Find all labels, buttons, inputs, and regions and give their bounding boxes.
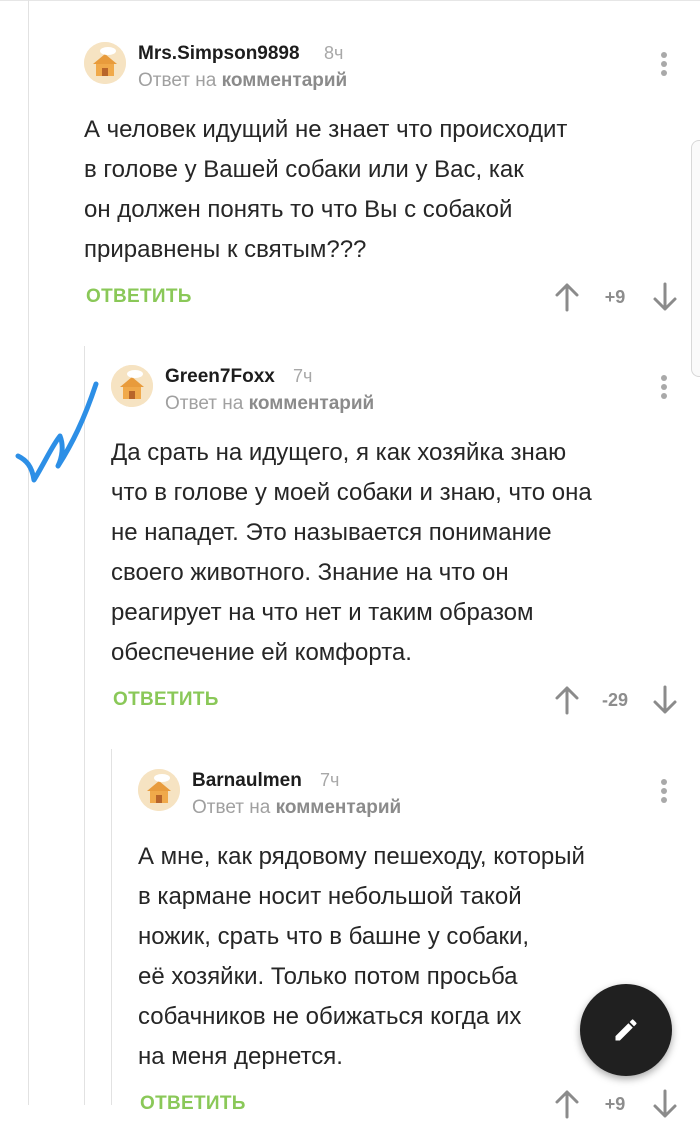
comment-text-line: в голове у Вашей собаки или у Вас, как: [84, 156, 524, 183]
arrow-down-icon[interactable]: [652, 1089, 678, 1119]
avatar[interactable]: [138, 769, 180, 811]
comment-text-line: её хозяйки. Только потом просьба: [138, 963, 518, 990]
author-name[interactable]: Mrs.Simpson9898: [138, 43, 300, 65]
vote-score: -29: [601, 690, 628, 710]
comment-text-line: он должен понять то что Вы с собакой: [84, 196, 513, 223]
comment-text-line: в кармане носит небольшой такой: [138, 883, 522, 910]
comment-body: Да срать на идущего, я как хозяйка знаю …: [111, 433, 592, 673]
arrow-down-icon[interactable]: [652, 282, 678, 312]
reply-button[interactable]: ОТВЕТИТЬ: [86, 286, 192, 308]
default-avatar-house-icon: [84, 42, 126, 84]
comment-time: 7ч: [320, 770, 340, 790]
reply-to-prefix: Ответ на: [192, 797, 271, 818]
checkmark-doodle-icon: [15, 381, 99, 483]
arrow-down-icon[interactable]: [652, 685, 678, 715]
comment-text-line: А мне, как рядовому пешеходу, который: [138, 843, 585, 870]
more-vertical-icon[interactable]: [657, 50, 671, 80]
comment-text-line: собачников не обижаться когда их: [138, 1003, 522, 1030]
comment-text-line: реагирует на что нет и таким образом: [111, 599, 534, 626]
thread-line-level-3: [111, 749, 112, 1105]
write-comment-button[interactable]: [580, 984, 672, 1076]
default-avatar-house-icon: [111, 365, 153, 407]
reply-to-link[interactable]: комментарий: [249, 393, 375, 414]
reply-button[interactable]: ОТВЕТИТЬ: [140, 1093, 246, 1115]
reply-to-line: Ответ на комментарий: [138, 70, 347, 92]
comment-text-line: А человек идущий не знает что происходит: [84, 116, 568, 143]
avatar[interactable]: [111, 365, 153, 407]
more-vertical-icon[interactable]: [657, 373, 671, 403]
scrollbar[interactable]: [691, 140, 700, 377]
more-vertical-icon[interactable]: [657, 777, 671, 807]
comment-text-line: не нападет. Это называется понимание: [111, 519, 552, 546]
reply-to-line: Ответ на комментарий: [192, 797, 401, 819]
comment-1: Mrs.Simpson9898 8ч Ответ на комментарий …: [84, 42, 684, 322]
reply-to-link[interactable]: комментарий: [222, 70, 348, 91]
default-avatar-house-icon: [138, 769, 180, 811]
reply-to-prefix: Ответ на: [138, 70, 217, 91]
comment-text-line: что в голове у моей собаки и знаю, что о…: [111, 479, 592, 506]
arrow-up-icon[interactable]: [554, 685, 580, 715]
comment-body: А мне, как рядовому пешеходу, который в …: [138, 837, 585, 1077]
comment-time: 7ч: [293, 366, 313, 386]
author-name[interactable]: Green7Foxx: [165, 366, 275, 388]
arrow-up-icon[interactable]: [554, 282, 580, 312]
comment-text-line: приравнены к святым???: [84, 236, 367, 263]
author-name[interactable]: Barnaulmen: [192, 770, 302, 792]
vote-score: +9: [604, 287, 626, 307]
comment-time: 8ч: [324, 43, 344, 63]
comment-text-line: Да срать на идущего, я как хозяйка знаю: [111, 439, 567, 466]
pencil-icon: [615, 1019, 637, 1041]
comment-text-line: обеспечение ей комфорта.: [111, 639, 412, 666]
reply-button[interactable]: ОТВЕТИТЬ: [113, 689, 219, 711]
reply-to-link[interactable]: комментарий: [276, 797, 402, 818]
comment-text-line: на меня дернется.: [138, 1043, 343, 1070]
comment-text-line: своего животного. Знание на что он: [111, 559, 509, 586]
reply-to-prefix: Ответ на: [165, 393, 244, 414]
thread-line-level-1: [28, 0, 29, 1105]
arrow-up-icon[interactable]: [554, 1089, 580, 1119]
avatar[interactable]: [84, 42, 126, 84]
comment-2: Green7Foxx 7ч Ответ на комментарий Да ср…: [111, 365, 684, 735]
comment-text-line: ножик, срать что в башне у собаки,: [138, 923, 530, 950]
reply-to-line: Ответ на комментарий: [165, 393, 374, 415]
comment-3: Barnaulmen 7ч Ответ на комментарий А мне…: [138, 769, 684, 1139]
top-divider: [0, 0, 700, 1]
comment-body: А человек идущий не знает что происходит…: [84, 110, 567, 270]
